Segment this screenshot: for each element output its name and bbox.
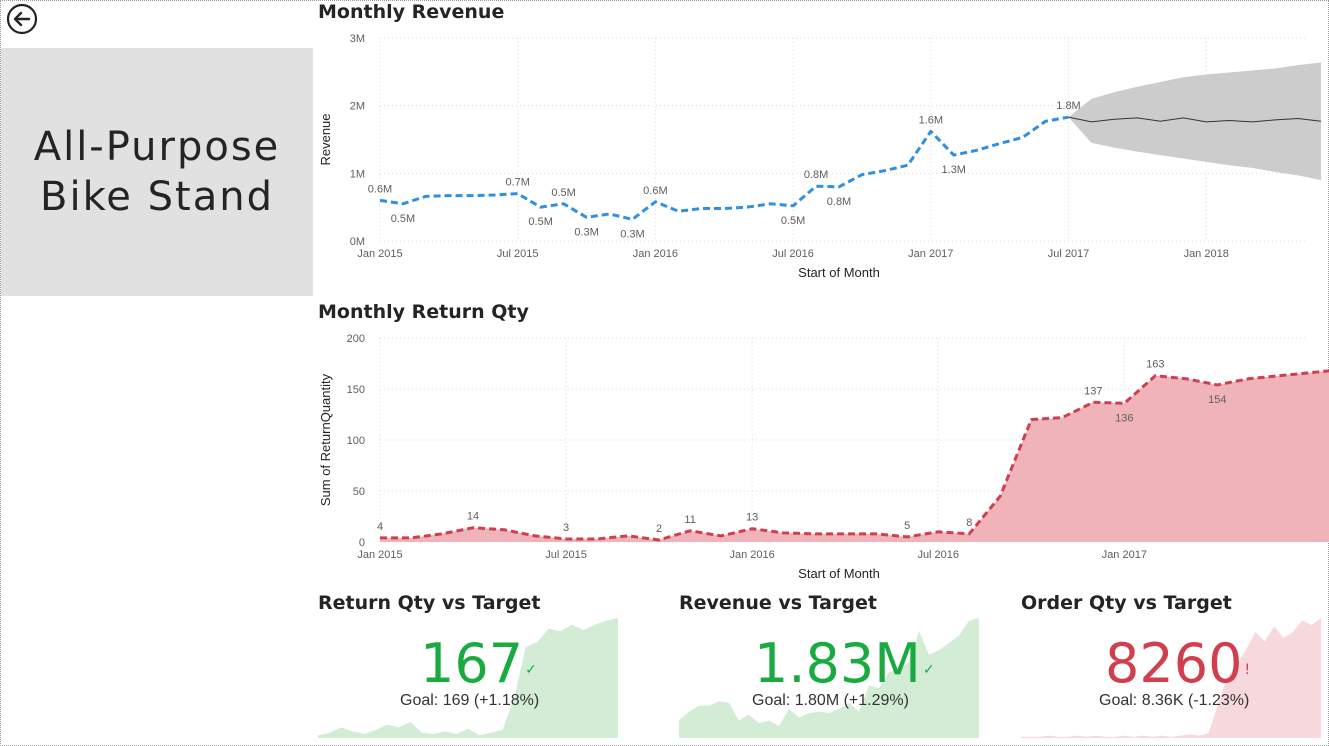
data-label: 136 bbox=[1115, 412, 1133, 424]
data-label: 137 bbox=[1084, 385, 1102, 397]
data-label: 0.5M bbox=[781, 215, 805, 227]
data-label: 0.8M bbox=[827, 196, 851, 208]
data-label: 0.3M bbox=[574, 226, 598, 238]
kpi-orders-number: 8260 bbox=[1105, 632, 1243, 695]
data-label: 0.5M bbox=[528, 216, 552, 228]
kpi-revenue-goal: Goal: 1.80M (+1.29%) bbox=[752, 692, 909, 709]
data-label: 0.5M bbox=[391, 213, 415, 225]
data-label: 1.8M bbox=[1056, 100, 1080, 112]
warning-icon: ! bbox=[1244, 662, 1251, 678]
y-tick-label: 0M bbox=[350, 236, 365, 248]
kpi-return-goal: Goal: 169 (+1.18%) bbox=[400, 692, 540, 709]
data-label: 14 bbox=[467, 511, 479, 523]
x-tick-label: Jan 2015 bbox=[357, 549, 402, 561]
check-icon: ✓ bbox=[525, 662, 537, 678]
y-axis-title: Revenue bbox=[318, 113, 333, 165]
y-tick-label: 0 bbox=[359, 537, 365, 549]
y-tick-label: 50 bbox=[353, 486, 365, 498]
data-label: 3 bbox=[563, 522, 569, 534]
check-icon: ✓ bbox=[922, 662, 935, 678]
x-tick-label: Jul 2016 bbox=[772, 248, 814, 260]
y-tick-label: 1M bbox=[350, 168, 365, 180]
data-label: 2 bbox=[656, 523, 662, 535]
data-label: 0.5M bbox=[551, 187, 575, 199]
x-tick-label: Jan 2018 bbox=[1184, 248, 1229, 260]
data-label: 5 bbox=[904, 520, 910, 532]
x-tick-label: Jan 2015 bbox=[357, 248, 402, 260]
kpi-orders-title: Order Qty vs Target bbox=[1021, 592, 1232, 614]
kpi-return-number: 167 bbox=[420, 632, 524, 695]
x-tick-label: Jan 2016 bbox=[633, 248, 678, 260]
x-tick-label: Jan 2017 bbox=[908, 248, 953, 260]
x-tick-label: Jan 2017 bbox=[1102, 549, 1147, 561]
x-tick-label: Jul 2015 bbox=[545, 549, 587, 561]
y-tick-label: 150 bbox=[347, 384, 365, 396]
data-label: 1.6M bbox=[919, 114, 943, 126]
kpi-return-title: Return Qty vs Target bbox=[318, 592, 541, 614]
x-tick-label: Jul 2016 bbox=[917, 549, 959, 561]
data-label: 11 bbox=[684, 514, 695, 526]
y-tick-label: 3M bbox=[350, 33, 365, 45]
data-label: 0.3M bbox=[620, 228, 644, 240]
kpi-revenue-title: Revenue vs Target bbox=[679, 592, 877, 614]
data-label: 163 bbox=[1146, 359, 1164, 371]
data-label: 4 bbox=[377, 521, 383, 533]
kpi-return-value: 167 ✓ bbox=[420, 637, 537, 691]
kpi-revenue-value: 1.83M ✓ bbox=[754, 637, 935, 691]
kpi-orders-goal: Goal: 8.36K (-1.23%) bbox=[1099, 692, 1250, 709]
y-tick-label: 100 bbox=[347, 435, 365, 447]
data-label: 0.6M bbox=[643, 185, 667, 197]
y-tick-label: 200 bbox=[347, 333, 365, 345]
data-label: 0.8M bbox=[804, 169, 828, 181]
y-tick-label: 2M bbox=[350, 101, 365, 113]
y-axis-title: Sum of ReturnQuantity bbox=[318, 373, 333, 506]
kpi-revenue-number: 1.83M bbox=[754, 632, 921, 695]
data-label: 8 bbox=[966, 517, 972, 529]
x-tick-label: Jul 2017 bbox=[1048, 248, 1090, 260]
forecast-confidence-band bbox=[1068, 62, 1321, 181]
kpi-orders-value: 8260! bbox=[1105, 637, 1250, 691]
data-label: 1.3M bbox=[942, 164, 966, 176]
data-label: 0.7M bbox=[505, 177, 529, 189]
return-qty-area bbox=[380, 370, 1329, 542]
x-tick-label: Jan 2016 bbox=[730, 549, 775, 561]
x-tick-label: Jul 2015 bbox=[497, 248, 539, 260]
x-axis-title: Start of Month bbox=[798, 566, 880, 581]
data-label: 13 bbox=[746, 512, 758, 524]
data-label: 154 bbox=[1208, 394, 1226, 406]
x-axis-title: Start of Month bbox=[798, 265, 880, 280]
data-label: 0.6M bbox=[368, 183, 392, 195]
